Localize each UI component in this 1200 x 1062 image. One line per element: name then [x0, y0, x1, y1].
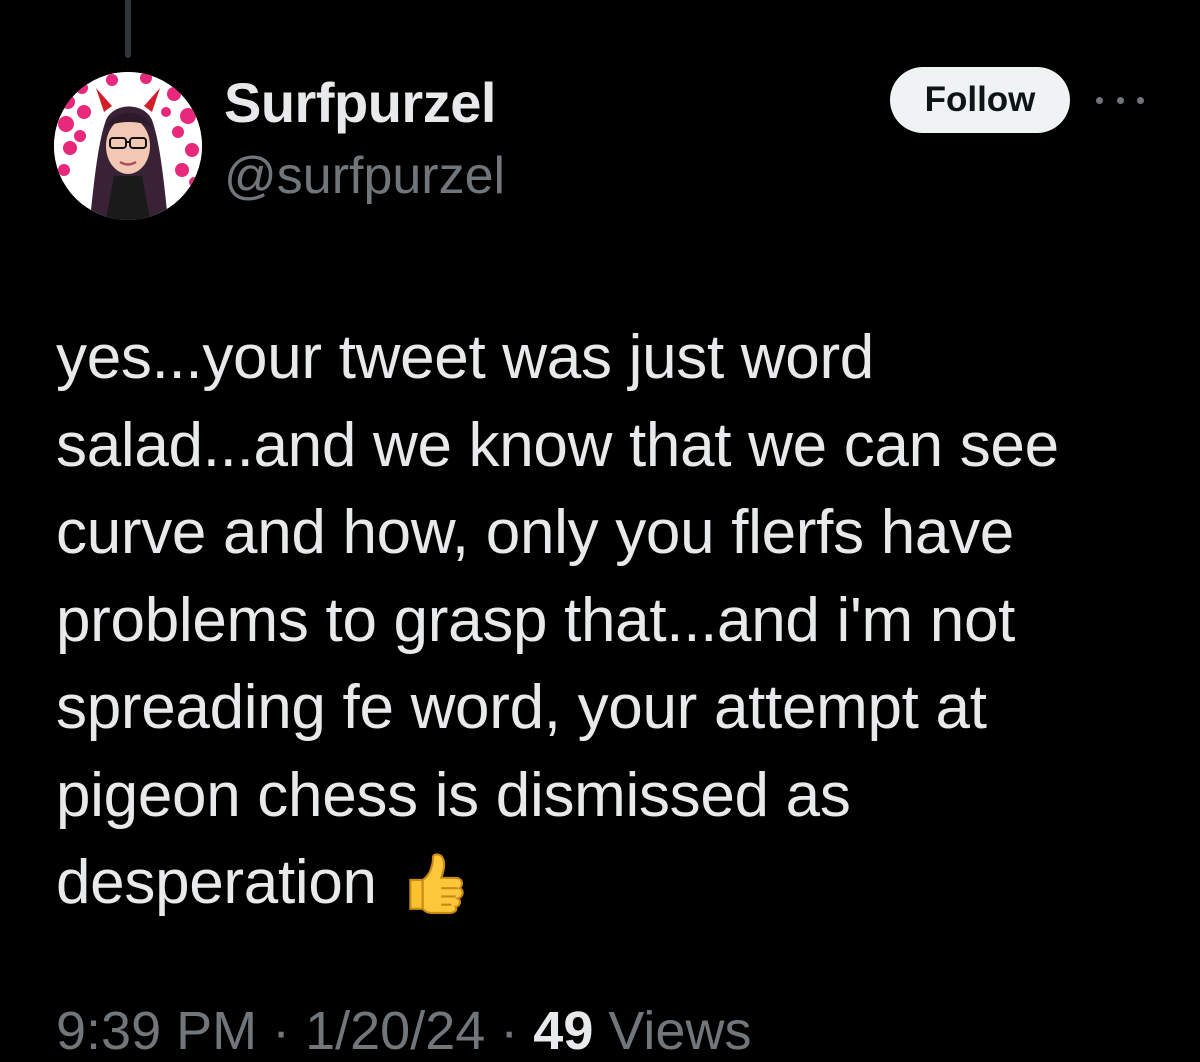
more-dot	[1116, 96, 1124, 104]
avatar-image	[54, 72, 202, 220]
tweet-text: yes...your tweet was just word salad...a…	[56, 314, 1166, 927]
more-dot	[1096, 96, 1103, 104]
tweet-timestamp[interactable]: 9:39 PM · 1/20/24 · 49 Views	[56, 1000, 751, 1062]
tweet-text-line: problems to grasp that...and i'm not	[56, 585, 1016, 655]
views-count: 49	[533, 1001, 594, 1061]
tweet-time: 9:39 PM	[56, 1001, 258, 1061]
thread-connector-line	[125, 0, 131, 58]
more-options-icon[interactable]	[1096, 90, 1144, 110]
tweet-text-line: salad...and we know that we can see	[56, 410, 1059, 480]
author-handle[interactable]: @surfpurzel	[224, 146, 505, 206]
tweet-date: 1/20/24	[305, 1001, 486, 1061]
views-label: Views	[608, 1001, 752, 1061]
avatar[interactable]	[54, 72, 202, 220]
tweet-text-line: spreading fe word, your attempt at	[56, 673, 987, 742]
tweet-text-line: yes...your tweet was just word	[56, 323, 874, 392]
tweet-text-line: pigeon chess is dismissed as	[56, 760, 851, 830]
thumbs-up-icon	[408, 853, 464, 914]
follow-button[interactable]: Follow	[890, 67, 1070, 133]
more-dot	[1137, 96, 1144, 104]
author-display-name[interactable]: Surfpurzel	[224, 70, 496, 135]
tweet-text-line: curve and how, only you flerfs have	[56, 498, 1014, 567]
tweet-text-line: desperation	[56, 848, 377, 917]
tweet-text-line-last: desperation	[56, 839, 1166, 927]
